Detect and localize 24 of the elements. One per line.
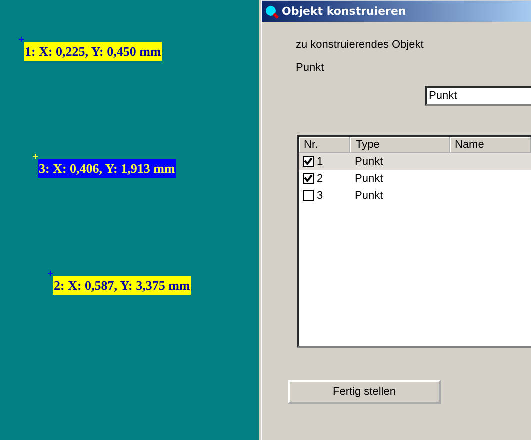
table-cell-text: Punkt bbox=[354, 156, 384, 168]
column-header[interactable]: Type bbox=[350, 137, 450, 153]
magnifier-icon bbox=[265, 4, 279, 18]
column-header[interactable]: Nr. bbox=[299, 137, 350, 153]
point-label[interactable]: 3: X: 0,406, Y: 1,913 mm bbox=[38, 159, 176, 178]
checkbox[interactable] bbox=[303, 190, 314, 201]
finish-button[interactable]: Fertig stellen bbox=[288, 380, 441, 404]
table-cell: 1 bbox=[317, 156, 324, 168]
table-cell: 2 bbox=[317, 172, 324, 184]
list-row[interactable]: 1 Punkt bbox=[299, 153, 531, 170]
list-row[interactable]: 2 Punkt bbox=[299, 170, 531, 187]
point-label[interactable]: 2: X: 0,587, Y: 3,375 mm bbox=[53, 276, 192, 295]
window-title: Objekt konstruieren bbox=[282, 5, 406, 18]
checkbox[interactable] bbox=[303, 173, 314, 184]
prompt-label: zu konstruierendes Objekt bbox=[296, 39, 425, 51]
table-cell-text: Punkt bbox=[354, 172, 384, 184]
table-cell-text: Punkt bbox=[354, 190, 384, 202]
table-cell: 3 bbox=[317, 190, 324, 202]
column-header[interactable]: Name bbox=[450, 137, 531, 153]
checkbox[interactable] bbox=[303, 156, 314, 167]
name-field[interactable]: Punkt bbox=[425, 86, 531, 106]
object-type-label: Punkt bbox=[296, 62, 326, 74]
list-row[interactable]: 3 Punkt bbox=[299, 187, 531, 204]
point-label[interactable]: 1: X: 0,225, Y: 0,450 mm bbox=[24, 42, 162, 61]
